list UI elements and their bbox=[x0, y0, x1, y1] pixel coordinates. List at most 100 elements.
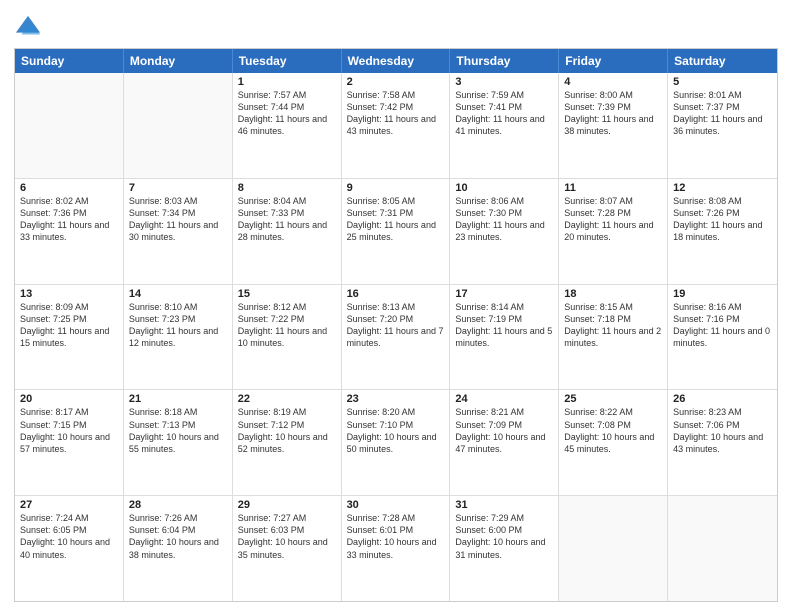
day-content: Sunrise: 8:01 AM Sunset: 7:37 PM Dayligh… bbox=[673, 89, 772, 138]
day-content: Sunrise: 8:20 AM Sunset: 7:10 PM Dayligh… bbox=[347, 406, 445, 455]
calendar-cell: 3Sunrise: 7:59 AM Sunset: 7:41 PM Daylig… bbox=[450, 73, 559, 178]
calendar-cell: 15Sunrise: 8:12 AM Sunset: 7:22 PM Dayli… bbox=[233, 285, 342, 390]
calendar-cell: 13Sunrise: 8:09 AM Sunset: 7:25 PM Dayli… bbox=[15, 285, 124, 390]
calendar-cell: 4Sunrise: 8:00 AM Sunset: 7:39 PM Daylig… bbox=[559, 73, 668, 178]
day-content: Sunrise: 8:14 AM Sunset: 7:19 PM Dayligh… bbox=[455, 301, 553, 350]
calendar-cell: 29Sunrise: 7:27 AM Sunset: 6:03 PM Dayli… bbox=[233, 496, 342, 601]
day-content: Sunrise: 8:03 AM Sunset: 7:34 PM Dayligh… bbox=[129, 195, 227, 244]
day-number: 2 bbox=[347, 76, 445, 88]
calendar-cell: 28Sunrise: 7:26 AM Sunset: 6:04 PM Dayli… bbox=[124, 496, 233, 601]
calendar-cell: 6Sunrise: 8:02 AM Sunset: 7:36 PM Daylig… bbox=[15, 179, 124, 284]
calendar-header-cell: Sunday bbox=[15, 49, 124, 73]
day-number: 29 bbox=[238, 499, 336, 511]
day-number: 20 bbox=[20, 393, 118, 405]
day-content: Sunrise: 8:09 AM Sunset: 7:25 PM Dayligh… bbox=[20, 301, 118, 350]
day-content: Sunrise: 8:22 AM Sunset: 7:08 PM Dayligh… bbox=[564, 406, 662, 455]
day-number: 10 bbox=[455, 182, 553, 194]
day-content: Sunrise: 8:21 AM Sunset: 7:09 PM Dayligh… bbox=[455, 406, 553, 455]
calendar-cell: 25Sunrise: 8:22 AM Sunset: 7:08 PM Dayli… bbox=[559, 390, 668, 495]
calendar-header-cell: Saturday bbox=[668, 49, 777, 73]
day-content: Sunrise: 8:19 AM Sunset: 7:12 PM Dayligh… bbox=[238, 406, 336, 455]
calendar-header-cell: Wednesday bbox=[342, 49, 451, 73]
calendar-cell-empty bbox=[15, 73, 124, 178]
calendar-cell: 22Sunrise: 8:19 AM Sunset: 7:12 PM Dayli… bbox=[233, 390, 342, 495]
day-content: Sunrise: 8:04 AM Sunset: 7:33 PM Dayligh… bbox=[238, 195, 336, 244]
day-content: Sunrise: 8:15 AM Sunset: 7:18 PM Dayligh… bbox=[564, 301, 662, 350]
calendar-cell: 12Sunrise: 8:08 AM Sunset: 7:26 PM Dayli… bbox=[668, 179, 777, 284]
day-number: 23 bbox=[347, 393, 445, 405]
day-number: 19 bbox=[673, 288, 772, 300]
day-number: 13 bbox=[20, 288, 118, 300]
header bbox=[14, 10, 778, 42]
day-number: 1 bbox=[238, 76, 336, 88]
calendar: SundayMondayTuesdayWednesdayThursdayFrid… bbox=[14, 48, 778, 602]
calendar-cell: 31Sunrise: 7:29 AM Sunset: 6:00 PM Dayli… bbox=[450, 496, 559, 601]
calendar-cell: 27Sunrise: 7:24 AM Sunset: 6:05 PM Dayli… bbox=[15, 496, 124, 601]
day-content: Sunrise: 7:29 AM Sunset: 6:00 PM Dayligh… bbox=[455, 512, 553, 561]
day-content: Sunrise: 8:18 AM Sunset: 7:13 PM Dayligh… bbox=[129, 406, 227, 455]
day-content: Sunrise: 7:24 AM Sunset: 6:05 PM Dayligh… bbox=[20, 512, 118, 561]
logo-icon bbox=[14, 14, 42, 42]
day-number: 31 bbox=[455, 499, 553, 511]
day-content: Sunrise: 8:10 AM Sunset: 7:23 PM Dayligh… bbox=[129, 301, 227, 350]
day-content: Sunrise: 8:05 AM Sunset: 7:31 PM Dayligh… bbox=[347, 195, 445, 244]
day-number: 3 bbox=[455, 76, 553, 88]
day-content: Sunrise: 8:23 AM Sunset: 7:06 PM Dayligh… bbox=[673, 406, 772, 455]
day-content: Sunrise: 7:28 AM Sunset: 6:01 PM Dayligh… bbox=[347, 512, 445, 561]
calendar-week-row: 1Sunrise: 7:57 AM Sunset: 7:44 PM Daylig… bbox=[15, 73, 777, 179]
day-number: 27 bbox=[20, 499, 118, 511]
calendar-cell: 11Sunrise: 8:07 AM Sunset: 7:28 PM Dayli… bbox=[559, 179, 668, 284]
day-number: 26 bbox=[673, 393, 772, 405]
logo bbox=[14, 14, 46, 42]
day-content: Sunrise: 8:12 AM Sunset: 7:22 PM Dayligh… bbox=[238, 301, 336, 350]
day-number: 6 bbox=[20, 182, 118, 194]
day-number: 16 bbox=[347, 288, 445, 300]
calendar-body: 1Sunrise: 7:57 AM Sunset: 7:44 PM Daylig… bbox=[15, 73, 777, 601]
day-number: 30 bbox=[347, 499, 445, 511]
calendar-cell: 19Sunrise: 8:16 AM Sunset: 7:16 PM Dayli… bbox=[668, 285, 777, 390]
calendar-cell: 9Sunrise: 8:05 AM Sunset: 7:31 PM Daylig… bbox=[342, 179, 451, 284]
calendar-week-row: 27Sunrise: 7:24 AM Sunset: 6:05 PM Dayli… bbox=[15, 496, 777, 601]
day-content: Sunrise: 8:00 AM Sunset: 7:39 PM Dayligh… bbox=[564, 89, 662, 138]
day-number: 8 bbox=[238, 182, 336, 194]
calendar-week-row: 13Sunrise: 8:09 AM Sunset: 7:25 PM Dayli… bbox=[15, 285, 777, 391]
day-content: Sunrise: 7:59 AM Sunset: 7:41 PM Dayligh… bbox=[455, 89, 553, 138]
day-content: Sunrise: 8:17 AM Sunset: 7:15 PM Dayligh… bbox=[20, 406, 118, 455]
calendar-cell: 16Sunrise: 8:13 AM Sunset: 7:20 PM Dayli… bbox=[342, 285, 451, 390]
day-number: 9 bbox=[347, 182, 445, 194]
calendar-header-cell: Monday bbox=[124, 49, 233, 73]
calendar-cell: 1Sunrise: 7:57 AM Sunset: 7:44 PM Daylig… bbox=[233, 73, 342, 178]
calendar-cell: 5Sunrise: 8:01 AM Sunset: 7:37 PM Daylig… bbox=[668, 73, 777, 178]
calendar-week-row: 6Sunrise: 8:02 AM Sunset: 7:36 PM Daylig… bbox=[15, 179, 777, 285]
calendar-cell: 26Sunrise: 8:23 AM Sunset: 7:06 PM Dayli… bbox=[668, 390, 777, 495]
day-number: 28 bbox=[129, 499, 227, 511]
day-number: 7 bbox=[129, 182, 227, 194]
calendar-header-row: SundayMondayTuesdayWednesdayThursdayFrid… bbox=[15, 49, 777, 73]
calendar-cell: 18Sunrise: 8:15 AM Sunset: 7:18 PM Dayli… bbox=[559, 285, 668, 390]
day-number: 14 bbox=[129, 288, 227, 300]
day-number: 21 bbox=[129, 393, 227, 405]
calendar-cell: 10Sunrise: 8:06 AM Sunset: 7:30 PM Dayli… bbox=[450, 179, 559, 284]
day-number: 25 bbox=[564, 393, 662, 405]
calendar-cell: 23Sunrise: 8:20 AM Sunset: 7:10 PM Dayli… bbox=[342, 390, 451, 495]
calendar-cell: 24Sunrise: 8:21 AM Sunset: 7:09 PM Dayli… bbox=[450, 390, 559, 495]
calendar-cell: 21Sunrise: 8:18 AM Sunset: 7:13 PM Dayli… bbox=[124, 390, 233, 495]
calendar-cell: 7Sunrise: 8:03 AM Sunset: 7:34 PM Daylig… bbox=[124, 179, 233, 284]
day-number: 4 bbox=[564, 76, 662, 88]
calendar-header-cell: Tuesday bbox=[233, 49, 342, 73]
calendar-header-cell: Thursday bbox=[450, 49, 559, 73]
day-number: 12 bbox=[673, 182, 772, 194]
calendar-week-row: 20Sunrise: 8:17 AM Sunset: 7:15 PM Dayli… bbox=[15, 390, 777, 496]
day-content: Sunrise: 8:02 AM Sunset: 7:36 PM Dayligh… bbox=[20, 195, 118, 244]
day-content: Sunrise: 7:58 AM Sunset: 7:42 PM Dayligh… bbox=[347, 89, 445, 138]
calendar-cell-empty bbox=[559, 496, 668, 601]
day-number: 11 bbox=[564, 182, 662, 194]
calendar-header-cell: Friday bbox=[559, 49, 668, 73]
day-number: 24 bbox=[455, 393, 553, 405]
day-content: Sunrise: 7:27 AM Sunset: 6:03 PM Dayligh… bbox=[238, 512, 336, 561]
calendar-cell: 17Sunrise: 8:14 AM Sunset: 7:19 PM Dayli… bbox=[450, 285, 559, 390]
calendar-cell: 20Sunrise: 8:17 AM Sunset: 7:15 PM Dayli… bbox=[15, 390, 124, 495]
day-content: Sunrise: 7:57 AM Sunset: 7:44 PM Dayligh… bbox=[238, 89, 336, 138]
page: SundayMondayTuesdayWednesdayThursdayFrid… bbox=[0, 0, 792, 612]
day-content: Sunrise: 8:06 AM Sunset: 7:30 PM Dayligh… bbox=[455, 195, 553, 244]
